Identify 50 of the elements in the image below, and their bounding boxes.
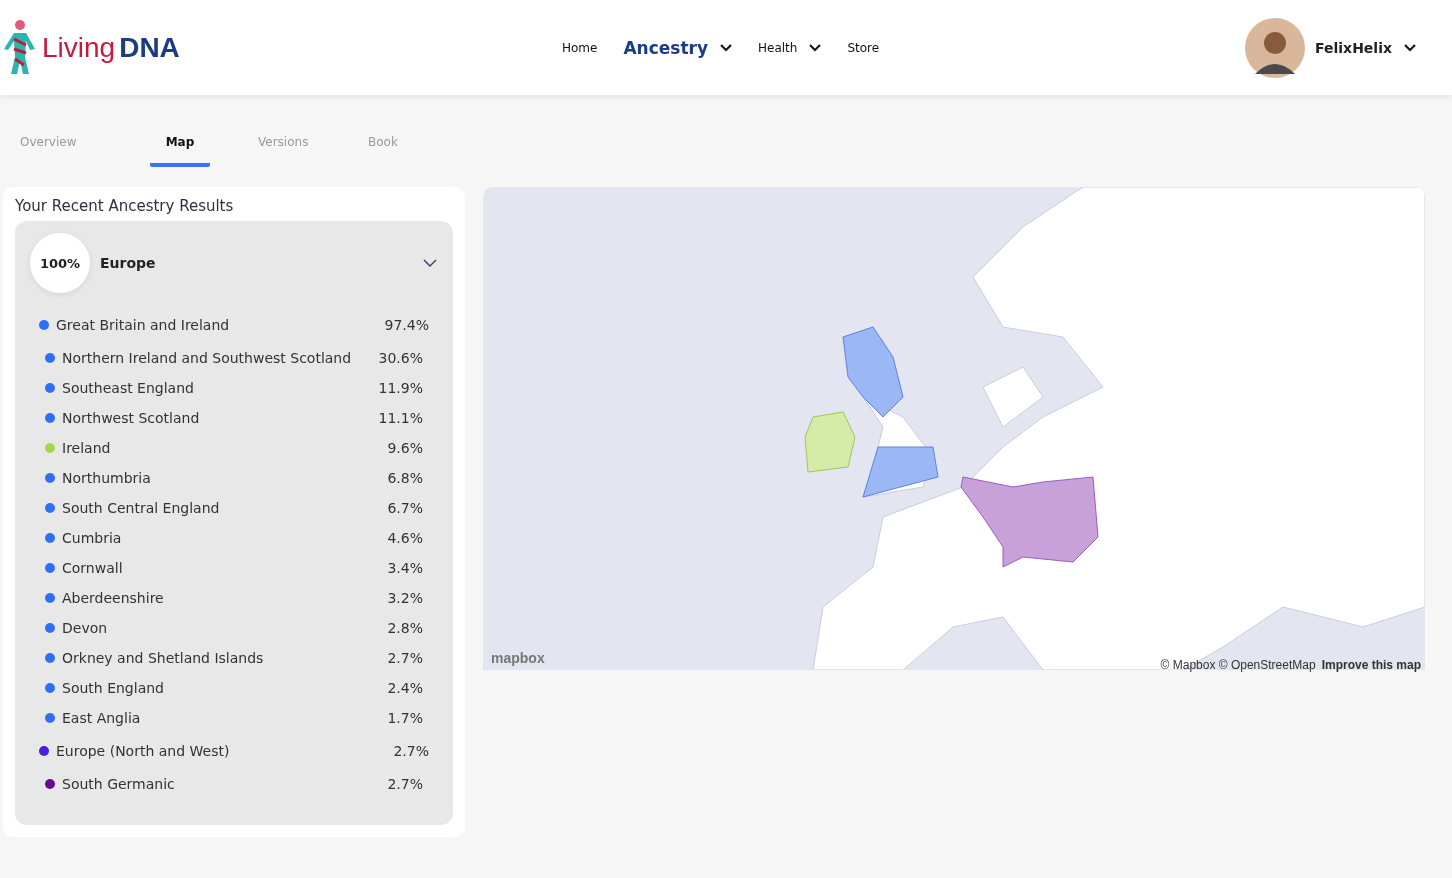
percent-circle: 100% (30, 233, 90, 293)
tab[interactable]: Map (150, 135, 210, 167)
region-label: Europe (North and West) (56, 743, 231, 759)
logo-text: Living (42, 31, 116, 64)
region-label: Northwest Scotland (62, 410, 201, 426)
nav-link[interactable]: Ancestry (623, 37, 732, 58)
region-label: Cumbria (62, 530, 123, 546)
nav-link[interactable]: Health (758, 40, 822, 55)
region-label: South England (62, 680, 165, 696)
percent-value: 97.4% (384, 317, 429, 333)
card-title: Your Recent Ancestry Results (15, 197, 235, 215)
user-menu[interactable]: FelixHelix (1315, 39, 1416, 56)
region-name: Europe (100, 255, 157, 271)
chevron-down-icon[interactable] (423, 258, 437, 268)
avatar-icon (1245, 17, 1306, 78)
region-label: Northumbria (62, 470, 152, 486)
region-label: Southeast England (62, 380, 195, 396)
region-label: Great Britain and Ireland (56, 317, 231, 333)
nav-link[interactable]: Store (847, 40, 880, 55)
map-attribution: © Mapbox © OpenStreetMap (1160, 658, 1316, 672)
chevron-down-icon (1404, 43, 1416, 52)
region-label: South Germanic (62, 776, 176, 792)
percent-value: 11.9% (378, 380, 423, 396)
percent-value: 6.7% (387, 500, 423, 516)
percent-value: 2.7% (387, 776, 423, 792)
region-label: Ireland (62, 440, 112, 456)
nav-link[interactable]: Home (562, 40, 598, 55)
percent-value: 11.1% (378, 410, 423, 426)
percent-value: 3.4% (387, 560, 423, 576)
percent-value: 6.8% (387, 470, 423, 486)
percent-value: 2.4% (387, 680, 423, 696)
percent-value: 1.7% (387, 710, 423, 726)
region-label: East Anglia (62, 710, 142, 726)
percent-value: 30.6% (378, 350, 423, 366)
region-label: Northern Ireland and Southwest Scotland (62, 350, 353, 366)
percent-value: 2.7% (393, 743, 429, 759)
improve-map-link[interactable]: Improve this map (1321, 658, 1421, 672)
mapbox-logo: mapbox (491, 650, 545, 666)
logo-text: DNA (119, 31, 180, 64)
percent-value: 9.6% (387, 440, 423, 456)
region-label: Orkney and Shetland Islands (62, 650, 265, 666)
region-label: Cornwall (62, 560, 124, 576)
percent-value: 3.2% (387, 590, 423, 606)
percent-value: 2.7% (387, 650, 423, 666)
region-label: South Central England (62, 500, 221, 516)
percent-value: 4.6% (387, 530, 423, 546)
dna-figure-icon (2, 18, 38, 77)
region-label: Devon (62, 620, 109, 636)
percent-value: 2.8% (387, 620, 423, 636)
region-label: Aberdeenshire (62, 590, 165, 606)
